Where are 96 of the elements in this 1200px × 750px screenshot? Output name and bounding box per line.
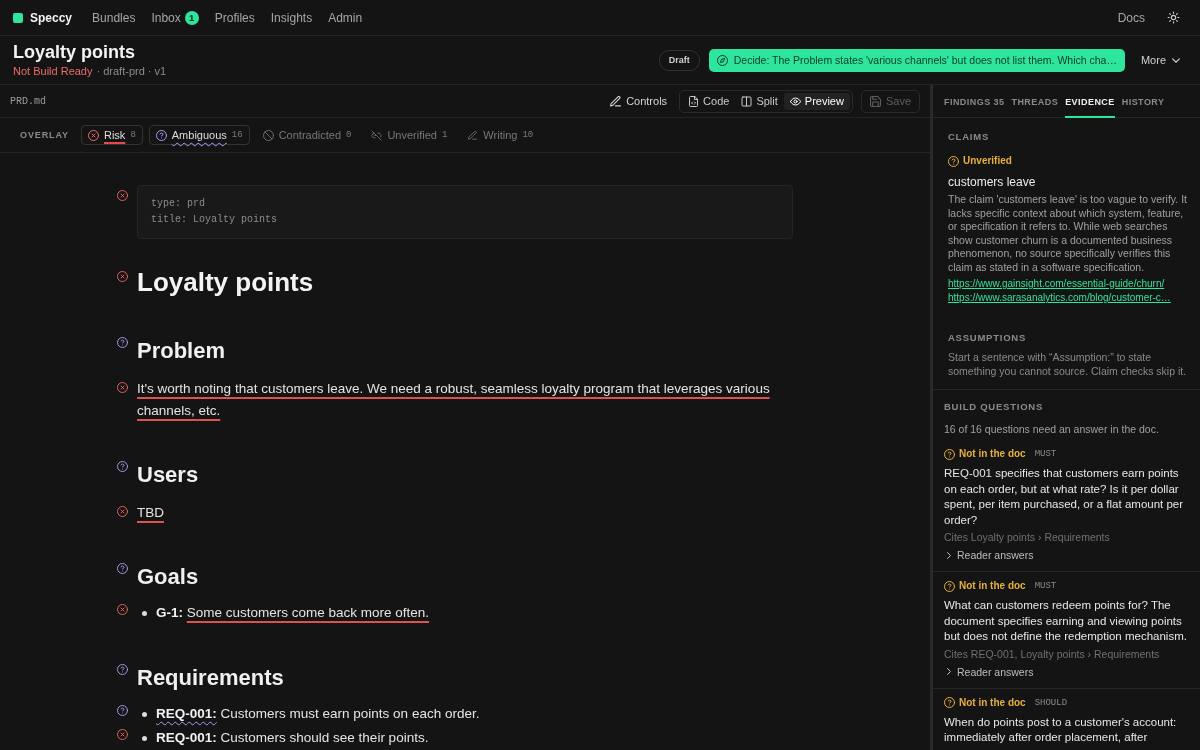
question-circle-icon[interactable] (117, 563, 128, 574)
view-tab[interactable]: Split (735, 92, 784, 110)
status-label: Not in the doc (959, 695, 1026, 710)
source-link[interactable]: https://www.sarasanalytics.com/blog/customer-c… (948, 291, 1171, 305)
reader-answers-toggle[interactable]: Reader answers (944, 547, 1034, 563)
nav-link[interactable]: Admin (328, 10, 363, 25)
question-text: When do points post to a customer's account: immediately after order placement, after (944, 714, 1178, 745)
file-code-icon (688, 95, 700, 107)
brand-name[interactable]: Speccy (30, 10, 73, 25)
save-icon (869, 95, 881, 107)
claim-explanation: The claim 'customers leave' is too vague to verify. It lacks specific context about which system, feature, or specification it refers to. While web searches show customer churn is a documented business phenomenon, no source specifically verifies this claim as stated in a software specification. (948, 193, 1188, 274)
list-item-text: REQ-001: Customers should see their points. (156, 729, 429, 747)
overlay-chip[interactable]: Risk 8 (81, 125, 143, 145)
panel-tab[interactable]: HISTORY (1121, 85, 1165, 118)
question-circle-icon (944, 448, 955, 460)
section-heading: BUILD QUESTIONS (944, 401, 1044, 413)
panel-tab[interactable]: EVIDENCE (1065, 85, 1115, 118)
view-tab[interactable]: Preview (783, 92, 850, 110)
citation-text: Cites REQ-001, Loyalty points › Requirements (944, 646, 1161, 662)
docs-link[interactable]: Docs (1117, 10, 1145, 25)
page-title: Loyalty points (13, 42, 136, 63)
doc-title: Loyalty points (137, 266, 315, 298)
doc-paragraph: TBD (137, 504, 164, 522)
question-text: REQ-001 specifies that customers earn points on each order, but at what rate? Is it per dollar spent, per item purchased, or a flat amount per order? (944, 466, 1185, 528)
claim-title: customers leave (948, 175, 1037, 190)
more-button[interactable]: More (1140, 54, 1180, 66)
status-label: Not in the doc (959, 579, 1026, 593)
question-text: What can customers redeem points for? The document specifies earning and viewing points but does not define the redemption mechanism. (944, 598, 1188, 644)
eye-icon (789, 95, 801, 107)
file-name: PRD.md (10, 95, 46, 107)
nav-link[interactable]: Inbox 1 (151, 10, 199, 25)
view-tab[interactable]: Code (682, 92, 736, 110)
chevron-down-icon (1172, 57, 1180, 63)
code-line: type: prd (151, 197, 206, 211)
status-pill: Draft (658, 49, 700, 71)
priority-tag: SHOULD (1034, 695, 1068, 710)
priority-tag: MUST (1034, 579, 1057, 593)
overlay-label: OVERLAY (20, 130, 69, 140)
priority-tag: MUST (1034, 447, 1057, 461)
nav-link[interactable]: Profiles (214, 10, 255, 25)
section-heading: ASSUMPTIONS (948, 332, 1028, 344)
sun-icon[interactable] (1167, 11, 1180, 24)
overlay-chip[interactable]: Unverified 1 (364, 125, 455, 145)
citation-text: Cites Loyalty points › Requirements (944, 530, 1111, 545)
doc-heading: Problem (137, 337, 227, 365)
count-badge: 1 (184, 10, 199, 25)
question-circle-icon[interactable] (117, 461, 128, 472)
x-circle-icon[interactable] (117, 729, 128, 740)
panel-tab[interactable]: FINDINGS 35 (944, 85, 1005, 118)
controls-button[interactable]: Controls (610, 95, 668, 107)
bullet-icon (142, 711, 147, 717)
reader-answers-toggle[interactable]: Reader answers (944, 663, 1034, 680)
code-line: title: Loyalty points (151, 213, 279, 227)
decision-banner[interactable]: Decide: The Problem states 'various channels' but does not list them. Which cha… (708, 48, 1125, 72)
question-summary: 16 of 16 questions need an answer in the doc. (944, 422, 1160, 436)
status-label: Unverified (963, 154, 1012, 168)
doc-meta: · draft-prd · v1 (96, 64, 167, 78)
assumption-hint: Start a sentence with “Assumption:” to state something you cannot source. Claim checks skip it. (948, 351, 1188, 378)
doc-heading: Goals (137, 563, 200, 591)
doc-heading: Users (137, 461, 200, 489)
question-circle-icon[interactable] (117, 705, 128, 716)
x-circle-icon[interactable] (117, 190, 128, 201)
nav-link[interactable]: Bundles (92, 10, 136, 25)
pen-icon (467, 129, 479, 141)
source-link[interactable]: https://www.gainsight.com/essential-guide/churn/ (948, 277, 1165, 291)
overlay-chip[interactable]: Ambiguous 16 (148, 125, 250, 145)
x-circle-icon (88, 129, 99, 141)
question-circle-icon (944, 697, 955, 708)
question-circle-icon[interactable] (117, 337, 128, 348)
bullet-icon (142, 610, 147, 616)
logo-icon (13, 12, 23, 23)
compass-icon (716, 54, 728, 66)
nav-link[interactable]: Insights (270, 10, 313, 25)
status-text: Not Build Ready (13, 64, 93, 78)
question-circle-icon (155, 129, 167, 141)
question-circle-icon (948, 155, 959, 167)
x-circle-icon[interactable] (117, 382, 128, 393)
status-label: Not in the doc (959, 447, 1026, 461)
columns-icon (741, 95, 753, 107)
overlay-chip[interactable]: Writing 10 (460, 125, 541, 145)
x-circle-icon[interactable] (117, 271, 128, 282)
section-heading: CLAIMS (948, 131, 990, 143)
pen-icon (610, 95, 622, 107)
ban-icon (262, 129, 274, 141)
question-circle-icon[interactable] (117, 664, 128, 675)
doc-heading: Requirements (137, 664, 285, 692)
doc-paragraph: It's worth noting that customers leave. We need a robust, seamless loyalty program that leverages various channels, etc. (137, 380, 771, 420)
x-circle-icon[interactable] (117, 604, 128, 615)
list-item-text: REQ-001: Customers must earn points on each order. (156, 705, 480, 723)
panel-tab[interactable]: THREADS (1011, 85, 1059, 118)
list-item-text: G-1: Some customers come back more often. (156, 604, 430, 622)
bullet-icon (142, 735, 147, 741)
x-circle-icon[interactable] (117, 506, 128, 517)
overlay-chip[interactable]: Contradicted 0 (255, 125, 359, 145)
question-circle-icon (944, 580, 955, 592)
link-off-icon (371, 129, 383, 141)
